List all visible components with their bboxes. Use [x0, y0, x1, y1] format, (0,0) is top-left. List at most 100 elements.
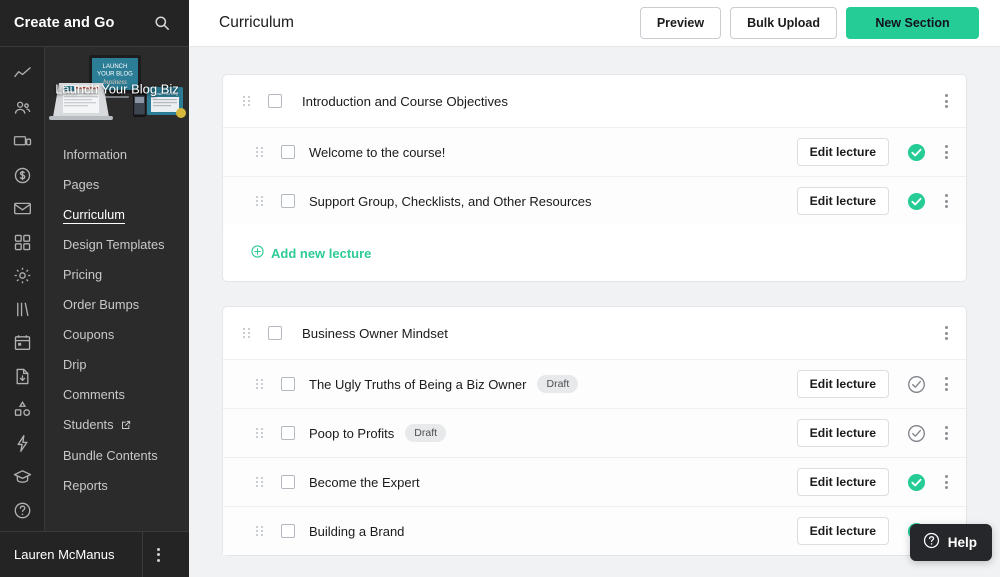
new-section-button[interactable]: New Section [846, 7, 979, 39]
sidebar-item-label: Information [63, 147, 127, 162]
dollar-circle-icon[interactable] [0, 159, 45, 193]
sidebar-item-design-templates[interactable]: Design Templates [45, 229, 189, 259]
search-icon[interactable] [149, 10, 175, 36]
add-new-lecture-button[interactable]: Add new lecture [251, 245, 371, 261]
bulk-upload-button[interactable]: Bulk Upload [730, 7, 837, 39]
file-download-icon[interactable] [0, 360, 45, 394]
status-published-icon[interactable] [907, 143, 926, 162]
kebab-menu-icon [945, 377, 948, 391]
sidebar-item-label: Design Templates [63, 237, 164, 252]
sidebar-item-label: Bundle Contents [63, 448, 158, 463]
lecture-rows: Welcome to the course! Edit lecture [223, 127, 966, 225]
sidebar-item-curriculum[interactable]: Curriculum [45, 199, 189, 229]
analytics-line-chart-icon[interactable] [0, 58, 45, 92]
user-menu-button[interactable] [142, 532, 174, 577]
sidebar-item-information[interactable]: Information [45, 139, 189, 169]
lecture-checkbox[interactable] [281, 524, 295, 538]
lecture-checkbox[interactable] [281, 145, 295, 159]
sidebar-item-label: Coupons [63, 327, 114, 342]
section-menu-button[interactable] [945, 326, 948, 340]
lecture-title: Welcome to the course! [309, 145, 445, 160]
devices-monitor-icon[interactable] [0, 125, 45, 159]
kebab-menu-icon [945, 194, 948, 208]
sidebar-item-label: Pricing [63, 267, 102, 282]
plus-circle-icon [251, 245, 264, 261]
status-published-icon[interactable] [907, 473, 926, 492]
edit-lecture-button[interactable]: Edit lecture [797, 370, 889, 398]
course-thumbnail[interactable]: LAUNCH YOUR BLOG business [45, 47, 189, 131]
help-widget-button[interactable]: Help [910, 524, 992, 561]
lecture-checkbox[interactable] [281, 377, 295, 391]
section-checkbox[interactable] [268, 94, 282, 108]
users-icon[interactable] [0, 92, 45, 126]
lecture-menu-button[interactable] [945, 377, 948, 391]
sidebar-item-order-bumps[interactable]: Order Bumps [45, 289, 189, 319]
sidebar-item-label: Comments [63, 387, 125, 402]
sidebar-item-label: Reports [63, 478, 108, 493]
lecture-menu-button[interactable] [945, 145, 948, 159]
svg-text:LAUNCH: LAUNCH [103, 64, 128, 70]
preview-button[interactable]: Preview [640, 7, 721, 39]
svg-text:YOUR BLOG: YOUR BLOG [97, 72, 133, 78]
help-circle-icon[interactable] [0, 494, 45, 528]
sidebar-nav-list: Information Pages Curriculum Design Temp… [45, 131, 189, 500]
status-draft-icon[interactable] [907, 424, 926, 443]
section-checkbox[interactable] [268, 326, 282, 340]
drag-handle-icon[interactable] [243, 96, 254, 106]
lecture-checkbox[interactable] [281, 194, 295, 208]
drag-handle-icon[interactable] [256, 147, 267, 157]
lecture-checkbox[interactable] [281, 426, 295, 440]
grid-apps-icon[interactable] [0, 226, 45, 260]
edit-lecture-button[interactable]: Edit lecture [797, 468, 889, 496]
external-link-icon [121, 418, 131, 433]
graduation-cap-icon[interactable] [0, 460, 45, 494]
sidebar-item-pricing[interactable]: Pricing [45, 259, 189, 289]
sidebar-item-comments[interactable]: Comments [45, 379, 189, 409]
envelope-mail-icon[interactable] [0, 192, 45, 226]
kebab-menu-icon [945, 426, 948, 440]
sidebar-item-drip[interactable]: Drip [45, 349, 189, 379]
status-draft-icon[interactable] [907, 375, 926, 394]
drag-handle-icon[interactable] [243, 328, 254, 338]
sidebar-item-bundle-contents[interactable]: Bundle Contents [45, 440, 189, 470]
shapes-icon[interactable] [0, 393, 45, 427]
bars-library-icon[interactable] [0, 293, 45, 327]
lecture-row: The Ugly Truths of Being a Biz Owner Dra… [223, 359, 966, 408]
status-badge-draft: Draft [537, 375, 578, 394]
add-lecture-row: Add new lecture [223, 225, 966, 281]
main-content: Curriculum Preview Bulk Upload New Secti… [189, 0, 1000, 577]
sidebar: Create and Go [0, 0, 189, 577]
course-name: Launch Your Blog Biz [45, 82, 189, 97]
drag-handle-icon[interactable] [256, 379, 267, 389]
edit-lecture-button[interactable]: Edit lecture [797, 187, 889, 215]
lecture-title: Support Group, Checklists, and Other Res… [309, 194, 592, 209]
edit-lecture-button[interactable]: Edit lecture [797, 419, 889, 447]
edit-lecture-button[interactable]: Edit lecture [797, 138, 889, 166]
sidebar-item-reports[interactable]: Reports [45, 470, 189, 500]
gear-settings-icon[interactable] [0, 259, 45, 293]
lightning-bolt-icon[interactable] [0, 427, 45, 461]
sidebar-item-label: Curriculum [63, 207, 125, 224]
drag-handle-icon[interactable] [256, 196, 267, 206]
kebab-menu-icon [157, 548, 160, 562]
user-bar: Lauren McManus [0, 531, 189, 577]
icon-rail [0, 46, 45, 531]
lecture-checkbox[interactable] [281, 475, 295, 489]
status-published-icon[interactable] [907, 192, 926, 211]
lecture-menu-button[interactable] [945, 194, 948, 208]
section-menu-button[interactable] [945, 94, 948, 108]
curriculum-list: Introduction and Course Objectives Welco… [189, 47, 1000, 577]
lecture-menu-button[interactable] [945, 475, 948, 489]
drag-handle-icon[interactable] [256, 526, 267, 536]
sidebar-item-label: Order Bumps [63, 297, 139, 312]
lecture-menu-button[interactable] [945, 426, 948, 440]
add-new-lecture-label: Add new lecture [271, 246, 371, 261]
sidebar-item-coupons[interactable]: Coupons [45, 319, 189, 349]
edit-lecture-button[interactable]: Edit lecture [797, 517, 889, 545]
sidebar-item-students[interactable]: Students [45, 409, 189, 440]
drag-handle-icon[interactable] [256, 428, 267, 438]
calendar-icon[interactable] [0, 326, 45, 360]
sidebar-item-pages[interactable]: Pages [45, 169, 189, 199]
status-badge-draft: Draft [405, 424, 446, 443]
drag-handle-icon[interactable] [256, 477, 267, 487]
